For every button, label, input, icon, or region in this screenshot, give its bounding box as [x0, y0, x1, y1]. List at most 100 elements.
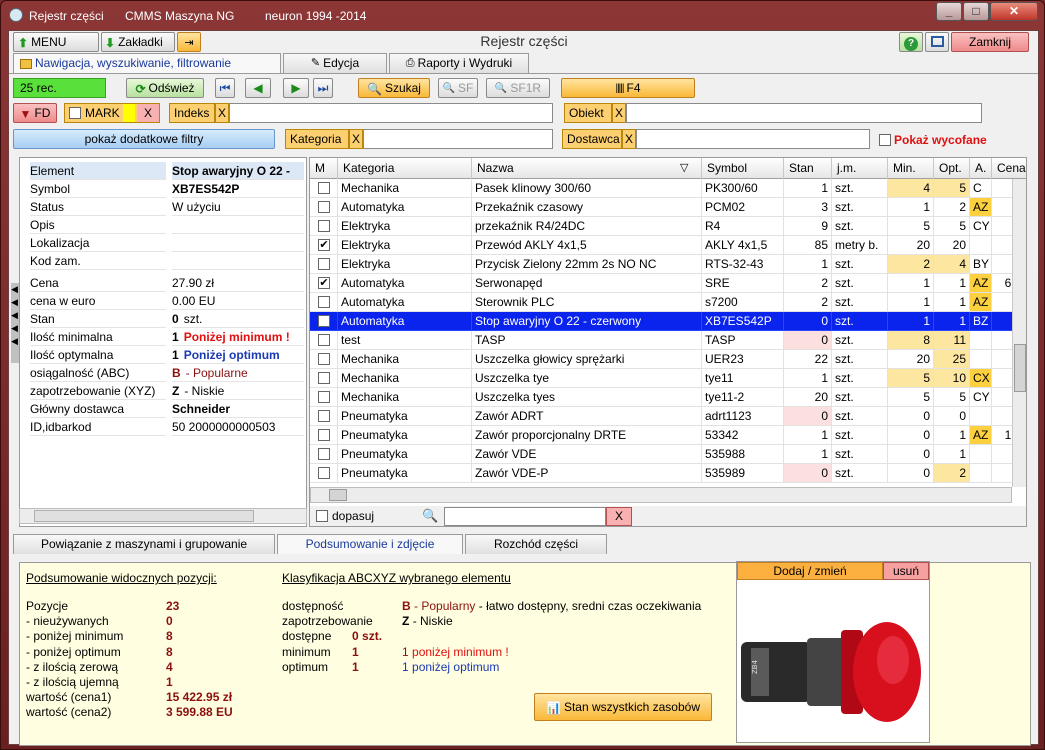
table-row[interactable]: PneumatykaZawór VDE-P5359890szt.0212	[310, 464, 1026, 483]
help-button[interactable]: ?	[899, 32, 923, 52]
mark-checkbox[interactable]	[318, 315, 330, 327]
table-row[interactable]: test TASP TASP 0 szt. 8 11	[310, 331, 1026, 350]
table-row[interactable]: Automatyka Przekaźnik czasowy PCM02 3 szt. 1 2…	[310, 198, 1026, 217]
mark-checkbox[interactable]	[318, 410, 330, 422]
table-row[interactable]: Mechanika Pasek klinowy 300/60 PK300/60 1 sz…	[310, 179, 1026, 198]
tab-summary[interactable]: Podsumowanie i zdjęcie	[277, 534, 463, 554]
table-row[interactable]: ✔ Elektryka Przewód AKLY 4x1,5 AKLY 4x1,5 85…	[310, 236, 1026, 255]
next-record-button[interactable]: ▶	[283, 78, 309, 98]
details-horizontal-scrollbar[interactable]	[19, 508, 307, 524]
table-row[interactable]: Mechanika Uszczelka tye tye11 1 szt. 5 10 CX	[310, 369, 1026, 388]
tab-edit[interactable]: ✎ Edycja	[283, 53, 387, 73]
maximize-button[interactable]: □	[963, 2, 989, 21]
dostawca-input[interactable]	[636, 129, 870, 149]
mark-checkbox[interactable]	[318, 448, 330, 460]
obiekt-clear-button[interactable]: X	[612, 103, 626, 123]
mark-checkbox[interactable]	[318, 429, 330, 441]
column-header[interactable]: Cena	[992, 158, 1026, 179]
show-withdrawn-checkbox[interactable]	[879, 134, 891, 146]
table-row[interactable]: AutomatykaSterownik PLCs72002szt.11AZ98	[310, 293, 1026, 312]
grid-search-clear-button[interactable]: X	[606, 507, 632, 526]
table-row[interactable]: ✔AutomatykaSerwonapędSRE2szt.11AZ6 45	[310, 274, 1026, 293]
column-header[interactable]: Stan	[784, 158, 832, 179]
table-row[interactable]: PneumatykaZawór ADRTadrt11230szt.0033	[310, 407, 1026, 426]
prev-record-button[interactable]: ◀	[245, 78, 271, 98]
all-stock-button[interactable]: 📊 Stan wszystkich zasobów	[534, 693, 712, 721]
mark-checkbox[interactable]: ✔	[318, 277, 330, 289]
f4-barcode-button[interactable]: ||||| F4	[561, 78, 695, 98]
tab-navigation[interactable]: Nawigacja, wyszukiwanie, filtrowanie	[13, 53, 281, 73]
table-cell: 85	[784, 236, 832, 255]
table-cell: Zawór VDE	[472, 445, 702, 464]
column-header[interactable]: Min.	[888, 158, 934, 179]
column-filter-icon[interactable]: ▽	[680, 161, 688, 174]
last-record-button[interactable]: ⏭	[313, 78, 333, 98]
mark-checkbox[interactable]: ✔	[318, 239, 330, 251]
column-header[interactable]: Symbol	[702, 158, 784, 179]
sf-button[interactable]: 🔍 SF	[438, 78, 478, 98]
table-row[interactable]: Mechanika Uszczelka tyes tye11-2 20 szt. 5 5 CY	[310, 388, 1026, 407]
grid-vertical-scrollbar[interactable]	[1012, 179, 1026, 487]
mark-checkbox[interactable]	[318, 372, 330, 384]
grid-search-input[interactable]	[444, 507, 606, 526]
mark-checkbox[interactable]	[69, 107, 81, 119]
add-change-photo-button[interactable]: Dodaj / zmień	[737, 562, 883, 580]
kategoria-clear-button[interactable]: X	[349, 129, 363, 149]
table-row[interactable]: PneumatykaZawór VDE5359881szt.019	[310, 445, 1026, 464]
column-header[interactable]: A.	[970, 158, 992, 179]
table-row[interactable]: Pneumatyka Zawór proporcjonalny DRTE 53342…	[310, 426, 1026, 445]
title-bar: Rejestr części CMMS Maszyna NG neuron 19…	[1, 1, 1045, 29]
remove-photo-button[interactable]: usuń	[883, 562, 929, 580]
bookmarks-button[interactable]: ⬇ Zakładki	[101, 32, 175, 52]
close-button[interactable]: Zamknij	[951, 32, 1029, 52]
sf1r-button[interactable]: 🔍 SF1R	[486, 78, 550, 98]
more-filters-button[interactable]: pokaż dodatkowe filtry	[13, 129, 275, 149]
table-row[interactable]: Automatyka Stop awaryjny O 22 - czerwony X…	[310, 312, 1026, 331]
mark-checkbox[interactable]	[318, 467, 330, 479]
grid-horizontal-scrollbar[interactable]	[310, 487, 1012, 503]
table-row[interactable]: Elektrykaprzekaźnik R4/24DCR49szt.55CY2	[310, 217, 1026, 236]
mark-checkbox[interactable]	[318, 296, 330, 308]
table-row[interactable]: Mechanika Uszczelka głowicy sprężarki UER2…	[310, 350, 1026, 369]
menu-button[interactable]: ⬆ MENU	[13, 32, 99, 52]
refresh-button[interactable]: ⟳ Odśwież	[126, 78, 204, 98]
indeks-clear-button[interactable]: X	[215, 103, 229, 123]
mark-clear-button[interactable]: X	[137, 104, 159, 122]
tab-outflow[interactable]: Rozchód części	[465, 534, 607, 554]
tab-reports[interactable]: ⎙ Raporty i Wydruki	[389, 53, 529, 73]
fd-filter-button[interactable]: ▼ FD	[13, 103, 57, 123]
side-collapse-handle[interactable]: ◀ ◀ ◀ ◀ ◀	[11, 283, 19, 363]
grid-scroll-thumb[interactable]	[1014, 344, 1026, 392]
zapotrzebowanie-value: Z - Niskie	[402, 614, 453, 628]
close-window-button[interactable]: ✕	[990, 2, 1038, 21]
first-record-button[interactable]: ⏮	[215, 78, 235, 98]
mark-checkbox[interactable]	[318, 201, 330, 213]
tab-machines[interactable]: Powiązanie z maszynami i grupowanie	[13, 534, 275, 554]
column-header[interactable]: M	[310, 158, 338, 179]
column-header[interactable]: j.m.	[832, 158, 888, 179]
column-header[interactable]: Opt.	[934, 158, 970, 179]
minimize-button[interactable]: _	[936, 2, 962, 21]
obiekt-input[interactable]	[626, 103, 982, 123]
printer-icon: ⎙	[405, 57, 415, 70]
search-button[interactable]: 🔍 Szukaj	[358, 78, 430, 98]
table-cell: ✔	[310, 236, 338, 255]
column-header[interactable]: Nazwa	[472, 158, 702, 179]
mark-checkbox[interactable]	[318, 182, 330, 194]
mark-checkbox[interactable]	[318, 258, 330, 270]
search-icon: 🔍	[422, 508, 439, 523]
table-row[interactable]: Elektryka Przycisk Zielony 22mm 2s NO NC R…	[310, 255, 1026, 274]
mark-checkbox[interactable]	[318, 220, 330, 232]
window-mode-button[interactable]	[925, 32, 949, 52]
dopasuj-checkbox[interactable]	[316, 510, 328, 522]
kategoria-input[interactable]	[363, 129, 553, 149]
bookmark-add-button[interactable]: ⇥	[177, 32, 201, 52]
details-hscroll-thumb[interactable]	[34, 510, 254, 522]
column-header[interactable]: Kategoria	[338, 158, 472, 179]
dostawca-clear-button[interactable]: X	[622, 129, 636, 149]
mark-checkbox[interactable]	[318, 391, 330, 403]
mark-checkbox[interactable]	[318, 353, 330, 365]
grid-hscroll-thumb[interactable]	[329, 489, 347, 501]
indeks-input[interactable]	[229, 103, 553, 123]
mark-checkbox[interactable]	[318, 334, 330, 346]
